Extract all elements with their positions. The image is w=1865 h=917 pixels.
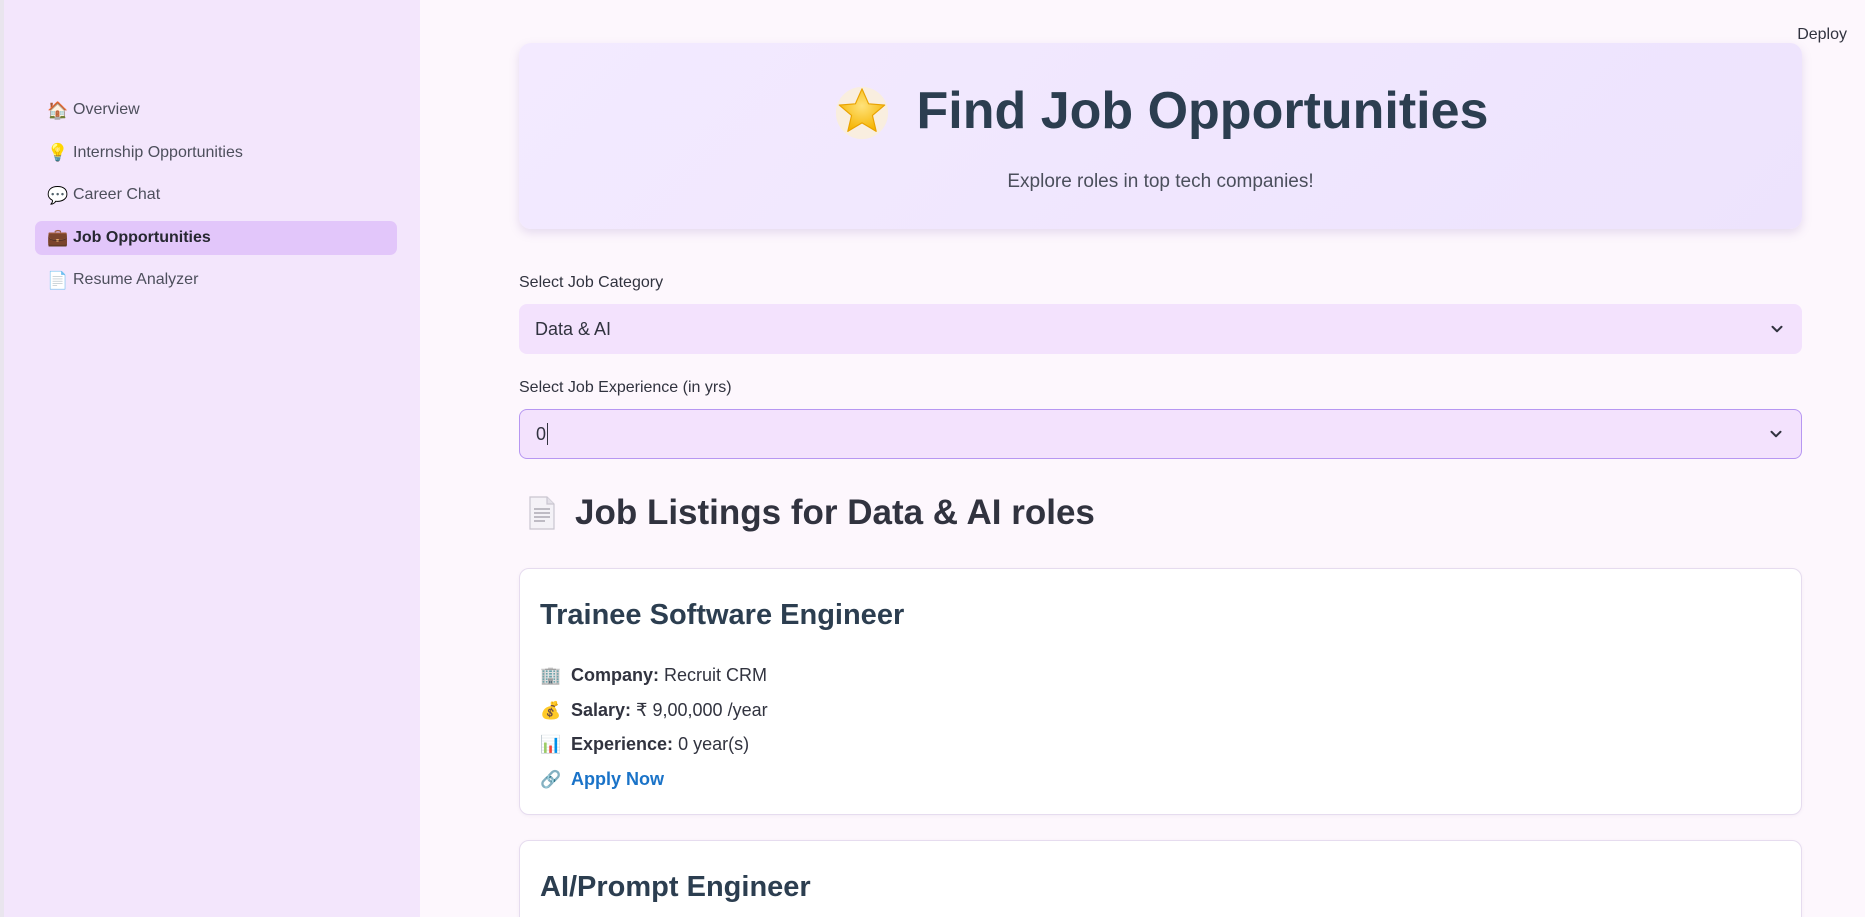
page-title: Find Job Opportunities: [519, 83, 1802, 141]
salary-value: ₹ 9,00,000 /year: [636, 700, 768, 720]
page-subtitle: Explore roles in top tech companies!: [1007, 171, 1314, 192]
office-building-icon: 🏢: [540, 666, 562, 685]
job-listings-heading: Job Listings for Data & AI roles: [527, 493, 1095, 533]
sidebar: 🏠 Overview 💡 Internship Opportunities 💬 …: [0, 0, 420, 917]
job-category-label: Select Job Category: [519, 274, 664, 291]
chevron-down-icon: [1770, 430, 1782, 438]
sidebar-item-career-chat[interactable]: 💬 Career Chat: [35, 178, 397, 212]
sidebar-item-job-opportunities[interactable]: 💼 Job Opportunities: [35, 220, 397, 255]
document-icon: 📄: [47, 270, 69, 290]
company-value: Recruit CRM: [664, 665, 768, 685]
hero-banner: Find Job Opportunities Explore roles in …: [519, 43, 1802, 229]
job-title: AI/Prompt Engineer: [540, 871, 811, 903]
job-company: 🏢 Company: Recruit CRM: [540, 665, 767, 686]
job-listings-heading-text: Job Listings for Data & AI roles: [575, 493, 1095, 532]
job-card: Trainee Software Engineer 🏢 Company: Rec…: [519, 568, 1802, 815]
company-label: Company:: [571, 665, 660, 685]
job-category-select[interactable]: Data & AI: [519, 304, 1802, 354]
bar-chart-icon: 📊: [540, 735, 562, 754]
link-icon: 🔗: [540, 770, 562, 789]
sidebar-item-resume-analyzer[interactable]: 📄 Resume Analyzer: [35, 263, 397, 297]
job-category-value: Data & AI: [535, 318, 612, 339]
job-apply: 🔗 Apply Now: [540, 769, 664, 790]
job-card: AI/Prompt Engineer: [519, 840, 1802, 917]
sidebar-item-label: Resume Analyzer: [73, 271, 199, 288]
page-title-text: Find Job Opportunities: [916, 82, 1489, 141]
sidebar-item-label: Career Chat: [73, 186, 161, 203]
house-icon: 🏠: [47, 100, 69, 120]
deploy-button[interactable]: Deploy: [1797, 26, 1847, 44]
chevron-down-icon: [1771, 325, 1783, 333]
speech-bubble-icon: 💬: [47, 185, 69, 205]
main-content: Find Job Opportunities Explore roles in …: [519, 0, 1802, 917]
sidebar-item-label: Job Opportunities: [73, 228, 211, 246]
job-salary: 💰 Salary: ₹ 9,00,000 /year: [540, 700, 768, 721]
sidebar-item-label: Overview: [73, 101, 140, 118]
experience-label: Experience:: [571, 734, 674, 754]
salary-label: Salary:: [571, 700, 632, 720]
document-icon: [529, 496, 555, 530]
job-experience: 📊 Experience: 0 year(s): [540, 734, 749, 755]
sidebar-item-label: Internship Opportunities: [73, 143, 243, 161]
job-experience-label: Select Job Experience (in yrs): [519, 379, 732, 396]
briefcase-icon: 💼: [47, 228, 69, 247]
job-title: Trainee Software Engineer: [540, 599, 905, 631]
sidebar-nav: 🏠 Overview 💡 Internship Opportunities 💬 …: [35, 93, 397, 306]
text-cursor: [547, 423, 549, 445]
job-experience-select[interactable]: 0: [519, 409, 1802, 459]
money-bag-icon: 💰: [540, 701, 562, 720]
sidebar-item-internship-opportunities[interactable]: 💡 Internship Opportunities: [35, 136, 397, 170]
apply-now-link[interactable]: Apply Now: [571, 769, 664, 790]
lightbulb-icon: 💡: [47, 143, 69, 162]
experience-value: 0 year(s): [678, 734, 750, 754]
app-root: 🏠 Overview 💡 Internship Opportunities 💬 …: [0, 0, 1865, 917]
job-experience-value: 0: [536, 423, 547, 444]
sidebar-item-overview[interactable]: 🏠 Overview: [35, 93, 397, 127]
star-icon: [835, 86, 888, 140]
